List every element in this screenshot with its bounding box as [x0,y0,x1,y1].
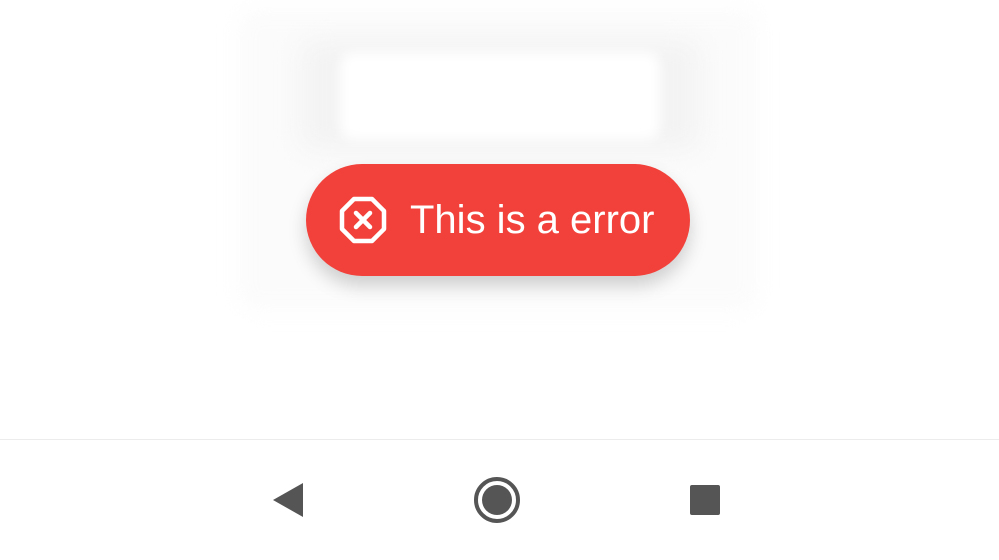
error-toast: This is a error [306,164,690,276]
app-content-area: This is a error [0,0,999,440]
home-button[interactable] [462,465,532,535]
toast-message: This is a error [410,198,655,242]
back-triangle-icon [273,483,303,517]
background-card-inner [340,52,660,140]
back-button[interactable] [253,465,323,535]
home-circle-icon [474,477,520,523]
recents-button[interactable] [670,465,740,535]
recents-square-icon [690,485,720,515]
system-navigation-bar [0,440,999,560]
error-icon [338,195,388,245]
phone-screen: This is a error [0,0,999,560]
